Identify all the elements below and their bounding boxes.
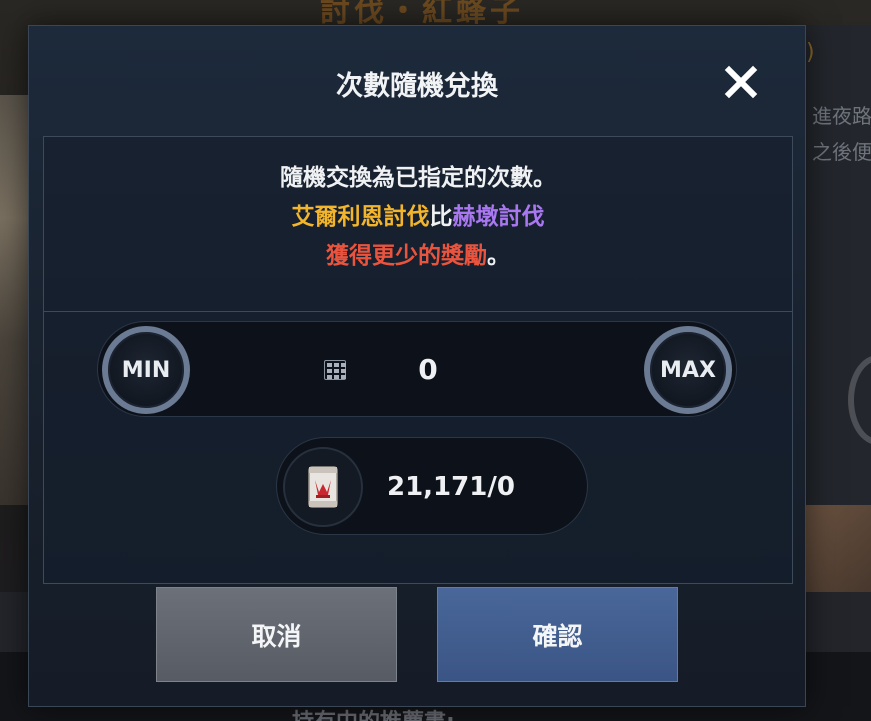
min-button[interactable]: MIN	[102, 326, 190, 414]
message-period: 。	[487, 243, 510, 269]
background-right-text-2: 之後便	[812, 140, 871, 164]
random-exchange-dialog: 次數隨機兌換 隨機交換為已指定的次數。 艾爾利恩討伐比赫墩討伐 獲得更少的獎勵。…	[28, 25, 806, 707]
info-panel: 隨機交換為已指定的次數。 艾爾利恩討伐比赫墩討伐 獲得更少的獎勵。 MIN 0 …	[43, 136, 793, 584]
dialog-title: 次數隨機兌換	[336, 71, 498, 102]
background-left-artwork	[0, 95, 30, 505]
max-button[interactable]: MAX	[644, 326, 732, 414]
count-stepper: MIN 0 MAX	[97, 321, 737, 417]
background-right-paren: )	[806, 40, 815, 65]
message-line-2: 艾爾利恩討伐比赫墩討伐	[44, 198, 792, 237]
message-line-3: 獲得更少的獎勵。	[44, 237, 792, 276]
message-purple-text: 赫墩討伐	[452, 204, 545, 230]
cancel-button[interactable]: 取消	[156, 587, 397, 682]
close-button[interactable]	[719, 60, 763, 104]
cost-value: 21,171/0	[387, 472, 515, 502]
message-red-text: 獲得更少的獎勵	[326, 243, 487, 269]
exchange-message: 隨機交換為已指定的次數。 艾爾利恩討伐比赫墩討伐 獲得更少的獎勵。	[44, 159, 792, 276]
info-divider	[44, 311, 792, 312]
message-gold-text: 艾爾利恩討伐	[291, 204, 430, 230]
count-value[interactable]: 0	[368, 322, 488, 418]
background-right-text-1: 進夜路都	[812, 104, 871, 128]
scroll-item-icon	[283, 447, 363, 527]
close-x-icon	[724, 65, 758, 99]
message-line-1: 隨機交換為已指定的次數。	[280, 165, 556, 191]
keypad-icon[interactable]	[324, 360, 346, 380]
confirm-button[interactable]: 確認	[437, 587, 678, 682]
message-connector: 比	[429, 204, 453, 230]
cost-display: 21,171/0	[276, 437, 588, 535]
